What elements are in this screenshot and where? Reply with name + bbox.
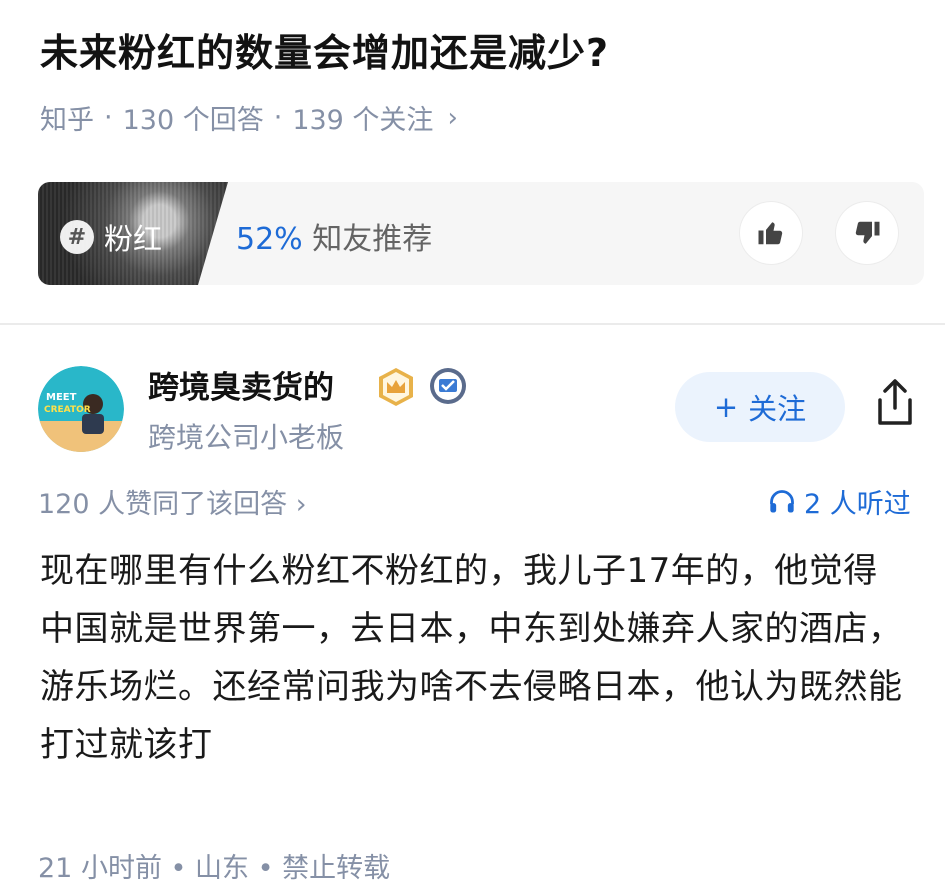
vote-down-button[interactable]: [836, 202, 898, 264]
author-name[interactable]: 跨境臭卖货的: [148, 362, 334, 407]
plus-icon: +: [713, 390, 739, 424]
listeners-count[interactable]: 2 人听过: [768, 482, 911, 521]
topic-tag[interactable]: # 粉红: [60, 216, 162, 258]
thumbs-up-icon: [758, 222, 783, 245]
follower-count: 139 个关注: [292, 105, 434, 136]
verified-badge-icon: [428, 366, 468, 410]
recommend-text: 52% 知友推荐: [236, 214, 432, 258]
question-title: 未来粉红的数量会增加还是减少?: [40, 31, 610, 75]
author-subtitle: 跨境公司小老板: [148, 421, 345, 454]
source-label: 知乎: [40, 105, 94, 136]
answer-count: 130 个回答: [122, 105, 264, 136]
hash-icon: #: [60, 220, 94, 254]
svg-text:MEET: MEET: [46, 392, 77, 403]
answer-content[interactable]: 现在哪里有什么粉红不粉红的，我儿子17年的，他觉得中国就是世界第一，去日本，中东…: [40, 542, 910, 774]
likes-count[interactable]: 120 人赞同了该回答 ›: [38, 482, 307, 521]
recommend-label: 知友推荐: [312, 222, 433, 257]
listeners-label: 2 人听过: [804, 489, 911, 520]
follow-label: 关注: [748, 392, 807, 426]
share-icon[interactable]: [872, 378, 918, 432]
author-avatar[interactable]: MEET CREATOR: [38, 366, 124, 452]
avatar-image: MEET CREATOR: [38, 366, 124, 452]
follow-button[interactable]: + 关注: [675, 372, 845, 442]
answer-footer: 21 小时前 • 山东 • 禁止转载: [38, 853, 391, 884]
svg-text:CREATOR: CREATOR: [44, 405, 91, 415]
question-meta[interactable]: 知乎 · 130 个回答 · 139 个关注 ›: [40, 98, 458, 137]
recommend-percent: 52%: [236, 222, 303, 257]
vote-up-button[interactable]: [740, 202, 802, 264]
topic-card[interactable]: # 粉红 52% 知友推荐: [38, 182, 924, 285]
headphones-icon: [770, 489, 794, 512]
section-divider: [0, 323, 945, 325]
topic-tag-label: 粉红: [104, 222, 163, 256]
chevron-right-icon: ›: [447, 102, 458, 133]
gold-crown-badge-icon: [375, 366, 417, 412]
thumbs-down-icon: [855, 221, 880, 244]
